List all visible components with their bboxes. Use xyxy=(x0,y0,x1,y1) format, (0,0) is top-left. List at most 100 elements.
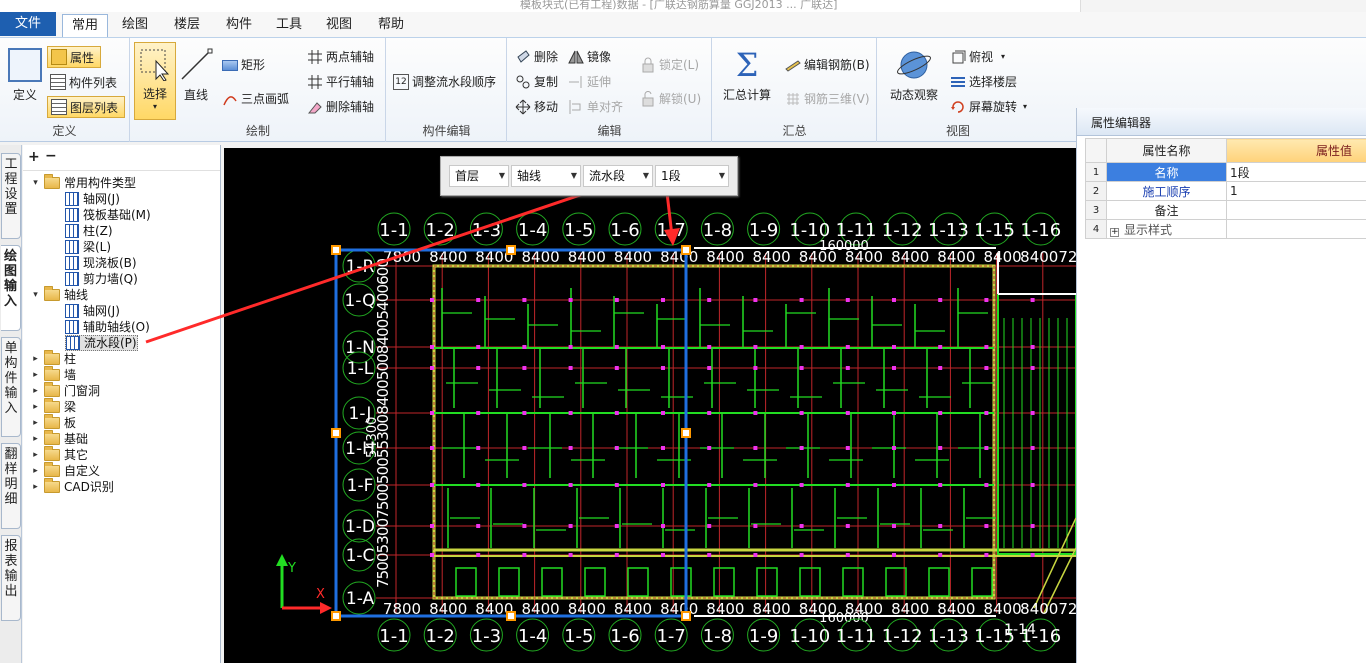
table-row[interactable]: 1 名称 1段 xyxy=(1085,162,1366,182)
adjust-segment-order-button[interactable]: 12 调整流水段顺序 xyxy=(393,73,496,90)
lock-button[interactable]: 锁定(L) xyxy=(640,56,699,73)
tree-group[interactable]: ▸ CAD识别 xyxy=(31,478,114,495)
tab-floor[interactable]: 楼层 xyxy=(166,14,208,37)
parallel-axis-button[interactable]: 平行辅轴 xyxy=(307,73,374,90)
tab-help[interactable]: 帮助 xyxy=(370,14,412,37)
expand-icon[interactable]: ▸ xyxy=(31,450,40,460)
expand-icon[interactable]: ▸ xyxy=(31,370,40,380)
attribute-button[interactable]: 属性 xyxy=(47,46,101,68)
tab-common[interactable]: 常用 xyxy=(62,14,108,37)
table-row[interactable]: 3 备注 xyxy=(1085,200,1366,220)
category-select[interactable]: 轴线 ▼ xyxy=(511,165,581,187)
extend-button[interactable]: 延伸 xyxy=(568,73,611,90)
column-marker xyxy=(938,553,943,557)
tree-group[interactable]: ▸ 墙 xyxy=(31,366,76,383)
expand-icon[interactable]: ▸ xyxy=(31,434,40,444)
tree-item[interactable]: 柱(Z) xyxy=(65,223,113,239)
tab-report-output[interactable]: 报表输出 xyxy=(1,535,21,621)
table-row[interactable]: 2 施工顺序 1 xyxy=(1085,181,1366,201)
file-menu-button[interactable]: 文件 xyxy=(0,12,56,36)
select-floor-button[interactable]: 选择楼层 xyxy=(950,73,1017,90)
tab-tools[interactable]: 工具 xyxy=(268,14,310,37)
rectangle-button[interactable]: 矩形 xyxy=(222,56,265,73)
column-marker xyxy=(845,298,850,302)
expand-icon[interactable]: ▸ xyxy=(31,402,40,412)
tree-group[interactable]: ▸ 板 xyxy=(31,414,76,431)
tab-draw[interactable]: 绘图 xyxy=(114,14,156,37)
expand-icon[interactable]: ▸ xyxy=(31,482,40,492)
screen-rotate-button[interactable]: 屏幕旋转 ▾ xyxy=(950,98,1027,115)
segment-select[interactable]: 1段 ▼ xyxy=(655,165,729,187)
tree-item[interactable]: 现浇板(B) xyxy=(65,255,137,271)
rebar-3d-button[interactable]: 钢筋三维(V) xyxy=(785,90,870,107)
tab-single-component-input[interactable]: 单构件输入 xyxy=(1,337,21,437)
tree-item[interactable]: 轴网(J) xyxy=(65,303,120,319)
expand-icon[interactable]: ▸ xyxy=(31,386,40,396)
expand-all-icon[interactable]: + xyxy=(28,149,40,165)
collapse-icon[interactable]: ▾ xyxy=(31,290,40,300)
mirror-button[interactable]: 镜像 xyxy=(568,48,611,65)
align-button[interactable]: 单对齐 xyxy=(568,98,623,115)
column-marker xyxy=(845,366,850,370)
component-icon xyxy=(65,224,79,238)
tree-group[interactable]: ▸ 自定义 xyxy=(31,462,100,479)
select-button[interactable]: 选择 ▾ xyxy=(134,42,176,120)
tree-item[interactable]: 梁(L) xyxy=(65,239,111,255)
tab-drawing-input[interactable]: 绘图输入 xyxy=(1,245,21,331)
collapse-icon[interactable]: ▾ xyxy=(31,178,40,188)
axis-label-left: 1-L xyxy=(347,359,374,379)
window-controls[interactable] xyxy=(1080,0,1366,12)
tab-project-settings[interactable]: 工程设置 xyxy=(1,153,21,239)
edit-rebar-button[interactable]: 编辑钢筋(B) xyxy=(785,56,870,73)
top-view-button[interactable]: 俯视 ▾ xyxy=(950,48,1005,65)
unlock-button[interactable]: 解锁(U) xyxy=(640,90,701,107)
three-point-arc-button[interactable]: 三点画弧 xyxy=(222,90,289,107)
line-button[interactable]: 直线 xyxy=(179,48,213,103)
cad-drawing[interactable]: 1-1 1-2 1-3 1-4 1-5 1-6 1-7 1-8 1-9 1-10 1-11 1-12 1… xyxy=(224,148,1076,663)
component-list-button[interactable]: 构件列表 xyxy=(50,72,117,92)
tab-view[interactable]: 视图 xyxy=(318,14,360,37)
collapse-all-icon[interactable]: − xyxy=(45,148,57,164)
tab-detail-list[interactable]: 翻样明细 xyxy=(1,443,21,529)
property-name-expandable[interactable]: + 显示样式 xyxy=(1106,219,1227,239)
drawing-canvas[interactable]: 1-1 1-2 1-3 1-4 1-5 1-6 1-7 1-8 1-9 1-10 1-11 1-12 1… xyxy=(224,148,1076,663)
delete-axis-button[interactable]: 删除辅轴 xyxy=(307,98,374,115)
tree-group[interactable]: ▸ 基础 xyxy=(31,430,88,447)
column-marker xyxy=(799,411,804,415)
property-value-input[interactable] xyxy=(1226,200,1366,220)
expand-icon[interactable]: + xyxy=(1110,227,1119,237)
two-point-axis-button[interactable]: 两点辅轴 xyxy=(307,48,374,65)
tree-group[interactable]: ▾ 轴线 xyxy=(31,286,88,303)
tree-group[interactable]: ▸ 门窗洞 xyxy=(31,382,100,399)
delete-button[interactable]: 删除 xyxy=(515,48,558,65)
summary-calc-button[interactable]: Σ 汇总计算 xyxy=(721,48,773,103)
tree-item[interactable]: 轴网(J) xyxy=(65,191,120,207)
tree-item[interactable]: 剪力墙(Q) xyxy=(65,271,138,287)
table-row[interactable]: 4 + 显示样式 xyxy=(1085,219,1366,239)
tree-group[interactable]: ▸ 其它 xyxy=(31,446,88,463)
copy-icon xyxy=(515,74,531,90)
column-marker xyxy=(707,483,712,487)
copy-button[interactable]: 复制 xyxy=(515,73,558,90)
tree-group[interactable]: ▸ 梁 xyxy=(31,398,76,415)
tree-item[interactable]: 辅助轴线(O) xyxy=(65,319,150,335)
property-value-input[interactable] xyxy=(1226,219,1366,239)
tab-component[interactable]: 构件 xyxy=(218,14,260,37)
dynamic-view-button[interactable]: 动态观察 xyxy=(886,48,942,103)
tree-group[interactable]: ▸ 柱 xyxy=(31,350,76,367)
axis-icon xyxy=(307,49,323,65)
tree-item-selected[interactable]: 流水段(P) xyxy=(65,335,138,351)
expand-icon[interactable]: ▸ xyxy=(31,466,40,476)
tree-item[interactable]: 筏板基础(M) xyxy=(65,207,151,223)
tree-group[interactable]: ▾ 常用构件类型 xyxy=(31,174,136,191)
property-value-input[interactable]: 1段 xyxy=(1226,162,1366,182)
type-select[interactable]: 流水段 ▼ xyxy=(583,165,653,187)
property-value-input[interactable]: 1 xyxy=(1226,181,1366,201)
define-button[interactable]: 定义 xyxy=(6,48,44,103)
axis-label-bottom: 1-8 xyxy=(703,626,732,647)
move-button[interactable]: 移动 xyxy=(515,98,558,115)
layer-list-button[interactable]: 图层列表 xyxy=(47,96,125,118)
expand-icon[interactable]: ▸ xyxy=(31,354,40,364)
expand-icon[interactable]: ▸ xyxy=(31,418,40,428)
floor-select[interactable]: 首层 ▼ xyxy=(449,165,509,187)
